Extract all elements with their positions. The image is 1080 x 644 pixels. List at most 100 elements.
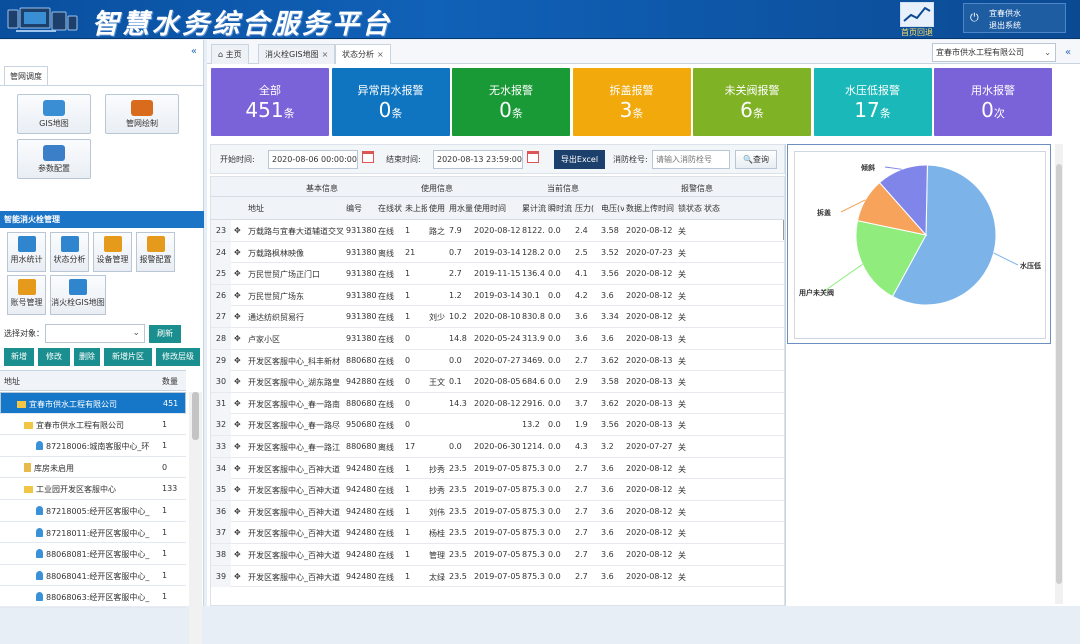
end-time-input[interactable]: 2020-08-13 23:59:00	[433, 150, 523, 169]
double-chevron-right-icon[interactable]: «	[1065, 47, 1071, 58]
double-chevron-left-icon[interactable]: «	[191, 46, 197, 57]
column-header[interactable]: 状态	[704, 203, 726, 214]
tree-row[interactable]: 88068081:经开区客服中心_ 1	[0, 543, 186, 565]
column-header[interactable]: 瞬时流	[548, 203, 573, 214]
tree-row[interactable]: 宜春市供水工程有限公司 1	[0, 414, 186, 436]
tree-row[interactable]: 工业园开发区客服中心 133	[0, 478, 186, 500]
table-row[interactable]: 29 ✥ 开发区客服中心_科丰新材 880680 在线 0 0.0 2020-07-27 346…	[211, 349, 784, 372]
locate-icon[interactable]: ✥	[234, 464, 241, 473]
close-icon[interactable]: ×	[322, 50, 329, 59]
table-row[interactable]: 27 ✥ 通达纺织贸易行 931380 在线 1 刘少 10.2 2020-08-10 830.8…	[211, 306, 784, 328]
alarm-card[interactable]: 水压低报警 17条	[813, 68, 932, 136]
calendar-icon[interactable]	[362, 151, 374, 163]
tree-row[interactable]: 宜春市供水工程有限公司 451	[0, 392, 186, 414]
close-icon[interactable]: ×	[377, 50, 384, 59]
alarm-card[interactable]: 未关阀报警 6条	[693, 68, 811, 136]
table-row[interactable]: 38 ✥ 开发区客服中心_百神大道 942480 在线 1 管理 23.5 2019-07-05…	[211, 544, 784, 566]
pipe-draw-button[interactable]: 管网绘制	[105, 94, 179, 134]
hydrant-gis-button[interactable]: 消火栓GIS地图	[50, 275, 106, 315]
tree-scrollbar[interactable]	[189, 392, 202, 644]
table-row[interactable]: 31 ✥ 开发区客服中心_春一路南 880680 在线 0 14.3 2020-08-12 29…	[211, 392, 784, 415]
locate-icon[interactable]: ✥	[234, 356, 241, 365]
alarm-card[interactable]: 异常用水报警 0条	[331, 68, 450, 136]
tree-row[interactable]: 库房未启用 0	[0, 457, 186, 479]
locate-icon[interactable]: ✥	[234, 485, 241, 494]
table-row[interactable]: 35 ✥ 开发区客服中心_百神大道 942480 在线 1 抄秀 23.5 2019-07-05…	[211, 479, 784, 501]
locate-icon[interactable]: ✥	[234, 377, 241, 386]
locate-icon[interactable]: ✥	[234, 442, 241, 451]
table-row[interactable]: 34 ✥ 开发区客服中心_百神大道 942480 在线 1 抄秀 23.5 2019-07-05…	[211, 457, 784, 480]
column-header[interactable]: 使用时间	[474, 203, 520, 214]
tab-pipe-dispatch[interactable]: 管网调度	[4, 66, 48, 86]
alarm-card[interactable]: 拆盖报警 3条	[572, 68, 691, 136]
locate-icon[interactable]: ✥	[234, 248, 241, 257]
table-row[interactable]: 36 ✥ 开发区客服中心_百神大道 942480 在线 1 刘伟 23.5 2019-07-05…	[211, 500, 784, 523]
locate-icon[interactable]: ✥	[234, 291, 241, 300]
tree-scroll-thumb[interactable]	[192, 392, 199, 440]
table-row[interactable]: 32 ✥ 开发区客服中心_春一路尽 950680 在线 0 13.2 0.0 1.9 3.56 20…	[211, 414, 784, 436]
table-row[interactable]: 39 ✥ 开发区客服中心_百神大道 942480 在线 1 太绿 23.5 2019-07-05…	[211, 565, 784, 588]
table-row[interactable]: 28 ✥ 卢家小区 931380 在线 0 14.8 2020-05-24 313.9 0.0 3.…	[211, 328, 784, 350]
table-row[interactable]: 23 ✥ 万载路与宜春大道辅道交叉 931380 在线 1 路之 7.9 2020-08-12 8…	[211, 220, 784, 242]
locate-icon[interactable]: ✥	[234, 269, 241, 278]
company-select[interactable]: 宜春市供水工程有限公司 ⌄	[932, 43, 1056, 62]
locate-icon[interactable]: ✥	[234, 550, 241, 559]
gis-map-button[interactable]: GIS地图	[17, 94, 91, 134]
locate-icon[interactable]: ✥	[234, 420, 241, 429]
tree-row[interactable]: 87218011:经开区客服中心_ 1	[0, 522, 186, 544]
right-scrollbar[interactable]	[1055, 144, 1063, 604]
delete-button[interactable]: 删除	[74, 348, 100, 366]
water-usage-button[interactable]: 用水统计	[7, 232, 46, 272]
table-row[interactable]: 25 ✥ 万民世贸广场正门口 931380 在线 1 2.7 2019-11-15 136.4 0…	[211, 263, 784, 285]
device-mgmt-button[interactable]: 设备管理	[93, 232, 132, 272]
column-header[interactable]: 电压(v	[601, 203, 624, 214]
locate-icon[interactable]: ✥	[234, 528, 241, 537]
home-back-button[interactable]: 首页回退	[896, 2, 938, 37]
object-select[interactable]: ⌄	[45, 324, 145, 343]
smart-hydrant-title[interactable]: 智能消火栓管理	[0, 211, 204, 228]
refresh-button[interactable]: 刷新	[149, 325, 181, 343]
account-mgmt-button[interactable]: 账号管理	[7, 275, 46, 315]
locate-icon[interactable]: ✥	[234, 226, 241, 235]
tab-home[interactable]: ⌂ 主页	[211, 44, 249, 64]
locate-icon[interactable]: ✥	[234, 507, 241, 516]
hydrant-no-input[interactable]	[652, 150, 730, 169]
status-analysis-button[interactable]: 状态分析	[50, 232, 89, 272]
locate-icon[interactable]: ✥	[234, 572, 241, 581]
right-scroll-thumb[interactable]	[1056, 164, 1062, 584]
alarm-card[interactable]: 用水报警 0次	[934, 68, 1052, 136]
column-header[interactable]: 在线状	[378, 203, 404, 214]
start-time-input[interactable]: 2020-08-06 00:00:00	[268, 150, 358, 169]
table-row[interactable]: 24 ✥ 万载路枫林映像 931380 离线 21 0.7 2019-03-14 128.2 0.…	[211, 241, 784, 264]
tree-row[interactable]: 87218005:经开区客服中心_ 1	[0, 500, 186, 522]
alarm-card[interactable]: 全部 451条	[211, 68, 329, 136]
table-row[interactable]: 37 ✥ 开发区客服中心_百神大道 942480 在线 1 杨桂 23.5 2019-07-05…	[211, 522, 784, 544]
locate-icon[interactable]: ✥	[234, 399, 241, 408]
tab-status-analysis[interactable]: 状态分析 ×	[335, 44, 391, 64]
param-config-button[interactable]: 参数配置	[17, 139, 91, 179]
column-header[interactable]: 压力(	[575, 203, 599, 214]
export-excel-button[interactable]: 导出Excel	[554, 150, 605, 169]
column-header[interactable]: 累计流	[522, 203, 546, 214]
column-header[interactable]: 使用	[429, 203, 447, 214]
edit-button[interactable]: 修改	[38, 348, 70, 366]
tree-row[interactable]: 88068063:经开区客服中心_ 1	[0, 586, 186, 608]
tab-hydrant-gis[interactable]: 消火栓GIS地图 ×	[258, 44, 336, 64]
alarm-config-button[interactable]: 报警配置	[136, 232, 175, 272]
column-header[interactable]: 数据上传时间	[626, 203, 676, 214]
column-header[interactable]: 地址	[248, 203, 344, 214]
edit-level-button[interactable]: 修改层级	[156, 348, 200, 366]
calendar-icon[interactable]	[527, 151, 539, 163]
column-header[interactable]: 未上报	[405, 203, 427, 214]
user-logout-button[interactable]: ⏻ 宜春供水 退出系统	[963, 3, 1066, 33]
alarm-card[interactable]: 无水报警 0条	[452, 68, 570, 136]
locate-icon[interactable]: ✥	[234, 312, 241, 321]
table-row[interactable]: 26 ✥ 万民世贸广场东 931380 在线 1 1.2 2019-03-14 30.1 0.0 4…	[211, 284, 784, 307]
tree-row[interactable]: 87218006:城南客服中心_环 1	[0, 435, 186, 457]
add-button[interactable]: 新增	[4, 348, 34, 366]
add-zone-button[interactable]: 新增片区	[104, 348, 152, 366]
column-header[interactable]: 编号	[346, 203, 376, 214]
query-button[interactable]: 🔍查询	[735, 150, 777, 169]
column-header[interactable]: 用水量	[449, 203, 473, 214]
table-row[interactable]: 30 ✥ 开发区客服中心_湖东路皇 942880 在线 0 王文 0.1 2020-08-05 6…	[211, 371, 784, 393]
